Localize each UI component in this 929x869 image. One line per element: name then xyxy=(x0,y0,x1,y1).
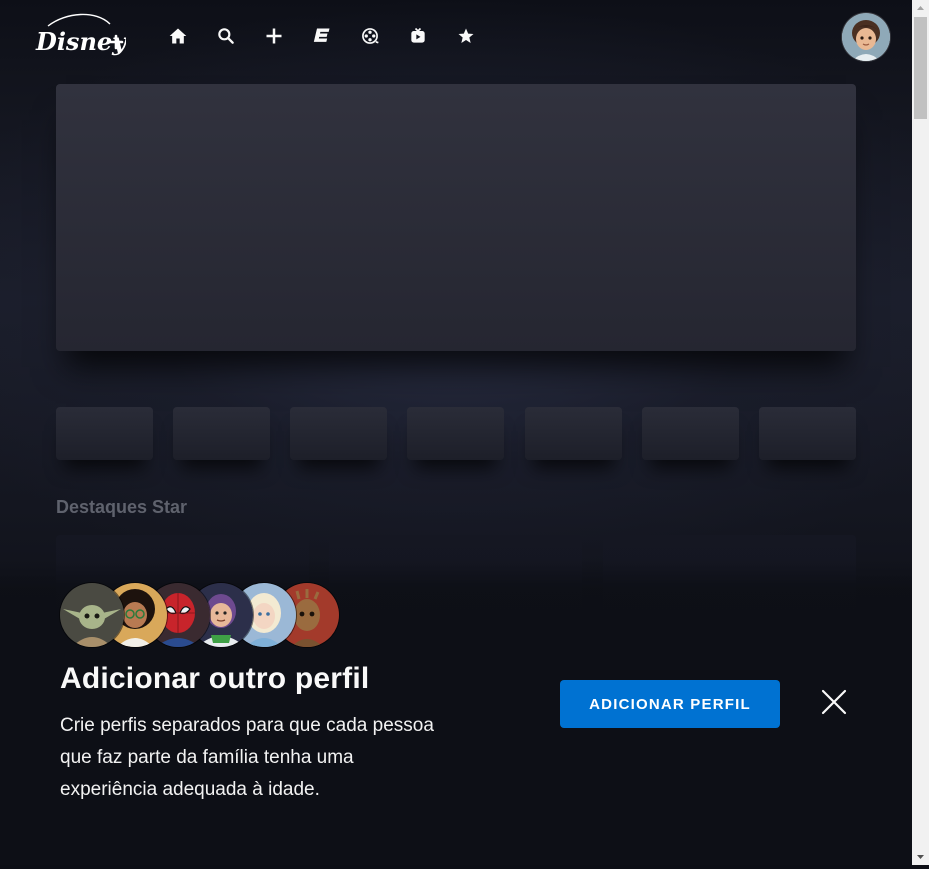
profile-avatar[interactable] xyxy=(842,13,890,61)
scroll-up-arrow-icon[interactable] xyxy=(912,0,929,17)
vertical-scrollbar[interactable] xyxy=(912,0,929,865)
search-icon[interactable] xyxy=(214,24,238,48)
grogu-avatar xyxy=(60,583,124,647)
section-title: Destaques Star xyxy=(56,497,188,517)
promo-description: Crie perfis separados para que cada pess… xyxy=(60,715,434,800)
add-profile-button[interactable]: ADICIONAR PERFIL xyxy=(560,680,780,728)
promo-title: Adicionar outro perfil xyxy=(60,662,370,695)
scroll-down-arrow-icon[interactable] xyxy=(912,848,929,865)
brand-tile[interactable] xyxy=(642,407,739,460)
brand-tile[interactable] xyxy=(759,407,856,460)
disney-plus-logo[interactable]: Disney xyxy=(34,10,128,62)
star-icon[interactable] xyxy=(454,24,478,48)
close-icon[interactable] xyxy=(818,686,850,718)
brand-tile[interactable] xyxy=(56,407,153,460)
brand-tile[interactable] xyxy=(525,407,622,460)
plus-icon[interactable] xyxy=(262,24,286,48)
brand-tile[interactable] xyxy=(173,407,270,460)
top-nav: Disney xyxy=(0,0,912,72)
hero-carousel-placeholder[interactable] xyxy=(56,84,856,351)
brand-tile[interactable] xyxy=(290,407,387,460)
originals-icon[interactable] xyxy=(310,24,334,48)
tv-icon[interactable] xyxy=(406,24,430,48)
scrollbar-thumb[interactable] xyxy=(914,17,927,119)
home-icon[interactable] xyxy=(166,24,190,48)
brand-tile[interactable] xyxy=(407,407,504,460)
film-reel-icon[interactable] xyxy=(358,24,382,48)
